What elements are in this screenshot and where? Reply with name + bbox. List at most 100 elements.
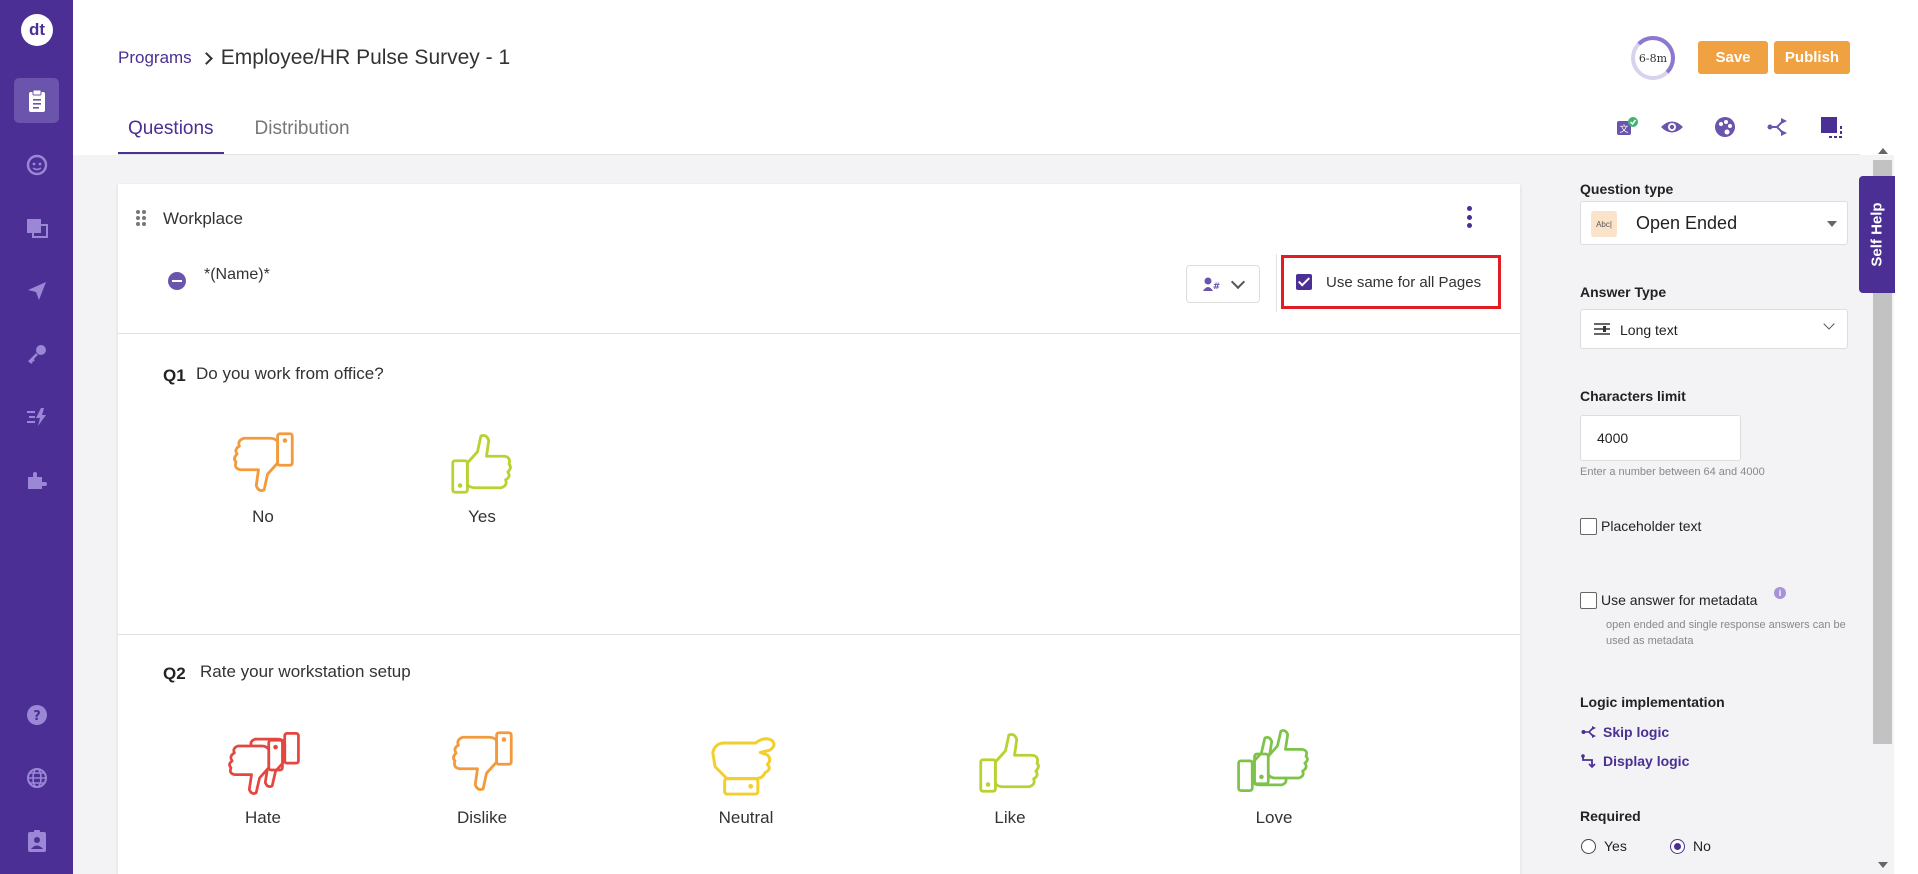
persona-icon	[26, 154, 47, 175]
branch-logic-icon	[1767, 118, 1787, 136]
choice-no[interactable]: No	[203, 427, 323, 527]
thumbs-up-icon	[451, 434, 512, 494]
scroll-up-arrow-icon[interactable]	[1878, 148, 1888, 154]
use-same-label: Use same for all Pages	[1326, 273, 1482, 291]
thumbs-up-icon	[979, 733, 1040, 793]
thumbs-down-icon	[233, 432, 294, 492]
question-text[interactable]: Rate your workstation setup	[200, 662, 411, 682]
nav-pages[interactable]	[14, 205, 59, 250]
metadata-checkbox[interactable]	[1580, 592, 1597, 609]
scroll-down-arrow-icon[interactable]	[1878, 862, 1888, 868]
svg-text:文: 文	[1619, 123, 1628, 135]
expand-button[interactable]	[1818, 114, 1844, 140]
tab-questions[interactable]: Questions	[118, 118, 224, 155]
nav-personas[interactable]	[14, 142, 59, 187]
collapse-minus-icon[interactable]	[168, 272, 186, 290]
question-q1[interactable]: Q1 Do you work from office? No Yes	[118, 335, 1520, 635]
skip-logic-label: Skip logic	[1603, 724, 1670, 740]
question-text[interactable]: Do you work from office?	[196, 364, 384, 384]
choice-neutral[interactable]: Neutral	[686, 724, 806, 828]
answer-type-dropdown[interactable]: Long text	[1580, 309, 1848, 349]
svg-text:?: ?	[33, 709, 41, 724]
thumb-sideways-icon	[711, 737, 776, 796]
use-same-checkbox[interactable]	[1296, 274, 1312, 290]
nav-surveys[interactable]	[14, 78, 59, 123]
breadcrumb-programs-link[interactable]: Programs	[118, 48, 192, 68]
required-no-radio[interactable]	[1670, 839, 1685, 854]
choice-hate[interactable]: Hate	[203, 724, 323, 828]
logo[interactable]: dt	[21, 14, 53, 46]
self-help-tab[interactable]: Self Help	[1859, 176, 1895, 293]
persona-tag-icon: #	[1203, 277, 1221, 292]
display-logic-link[interactable]: Display logic	[1581, 753, 1689, 769]
question-number: Q2	[163, 664, 186, 683]
id-badge-icon	[27, 829, 46, 852]
choice-love[interactable]: Love	[1214, 724, 1334, 828]
placeholder-text-label[interactable]: Placeholder text	[1601, 518, 1701, 534]
more-options-icon[interactable]	[1464, 206, 1474, 228]
nav-integrations[interactable]	[14, 457, 59, 502]
metadata-hint: open ended and single response answers c…	[1606, 619, 1846, 647]
choice-label: Yes	[468, 507, 496, 526]
preview-button[interactable]	[1659, 114, 1685, 140]
help-icon: ?	[26, 704, 47, 725]
save-button[interactable]: Save	[1698, 41, 1768, 74]
nav-profile[interactable]	[14, 818, 59, 863]
choice-label: Neutral	[718, 808, 774, 827]
choice-label: No	[252, 507, 274, 526]
chevron-down-icon	[1230, 274, 1246, 289]
page-card: Workplace *(Name)* # Use same for all Pa…	[118, 184, 1520, 874]
drag-handle-icon[interactable]	[136, 210, 146, 226]
question-number: Q1	[163, 366, 186, 385]
page-subtitle[interactable]: *(Name)*	[204, 266, 270, 284]
metadata-label[interactable]: Use answer for metadata	[1601, 592, 1757, 608]
use-same-for-all-pages-option[interactable]: Use same for all Pages	[1281, 255, 1501, 309]
puzzle-icon	[27, 471, 47, 489]
required-no-label[interactable]: No	[1693, 838, 1711, 854]
nav-distribute[interactable]	[14, 268, 59, 313]
choice-label: Like	[994, 808, 1026, 827]
page-header: Workplace *(Name)* # Use same for all Pa…	[118, 184, 1520, 334]
characters-limit-input[interactable]: 4000	[1580, 415, 1741, 461]
question-type-label: Question type	[1580, 181, 1674, 197]
chevron-right-icon	[199, 51, 213, 65]
info-icon[interactable]: i	[1774, 587, 1786, 599]
required-yes-radio[interactable]	[1581, 839, 1596, 854]
choice-yes[interactable]: Yes	[422, 427, 542, 527]
required-yes-label[interactable]: Yes	[1604, 838, 1627, 854]
question-type-dropdown[interactable]: Abc| Open Ended	[1580, 201, 1848, 245]
publish-button[interactable]: Publish	[1774, 41, 1850, 74]
required-label: Required	[1580, 808, 1641, 824]
tab-distribution[interactable]: Distribution	[245, 118, 360, 155]
page-title: Employee/HR Pulse Survey - 1	[220, 46, 511, 69]
nav-actions[interactable]	[14, 394, 59, 439]
choice-like[interactable]: Like	[950, 724, 1070, 828]
display-logic-icon	[1581, 754, 1596, 768]
tab-bar: Questions Distribution	[118, 118, 360, 155]
svg-text:#: #	[1213, 282, 1221, 292]
nav-language[interactable]	[14, 755, 59, 800]
eye-icon	[1661, 121, 1683, 133]
question-q2[interactable]: Q2 Rate your workstation setup Hate Disl…	[118, 636, 1520, 874]
paper-plane-icon	[27, 281, 46, 300]
logic-implementation-label: Logic implementation	[1580, 694, 1725, 710]
clipboard-icon	[28, 89, 45, 112]
nav-keys[interactable]	[14, 331, 59, 376]
choice-dislike[interactable]: Dislike	[422, 724, 542, 828]
open-ended-icon: Abc|	[1591, 211, 1617, 237]
page-name[interactable]: Workplace	[163, 209, 243, 229]
skip-logic-link[interactable]: Skip logic	[1581, 724, 1669, 740]
survey-duration-timer: 6-8m	[1631, 36, 1675, 80]
display-logic-label: Display logic	[1603, 753, 1690, 769]
lightning-icon	[26, 407, 46, 426]
translate-check-button[interactable]: 文	[1614, 114, 1640, 140]
persona-dropdown[interactable]: #	[1186, 265, 1260, 303]
placeholder-text-checkbox[interactable]	[1580, 518, 1597, 535]
choice-label: Hate	[245, 808, 281, 827]
choice-label: Dislike	[456, 808, 508, 827]
nav-help[interactable]: ?	[14, 692, 59, 737]
theme-button[interactable]	[1712, 114, 1738, 140]
logic-flow-button[interactable]	[1765, 114, 1791, 140]
answer-type-label: Answer Type	[1580, 284, 1667, 300]
left-nav: dt ?	[0, 0, 73, 874]
